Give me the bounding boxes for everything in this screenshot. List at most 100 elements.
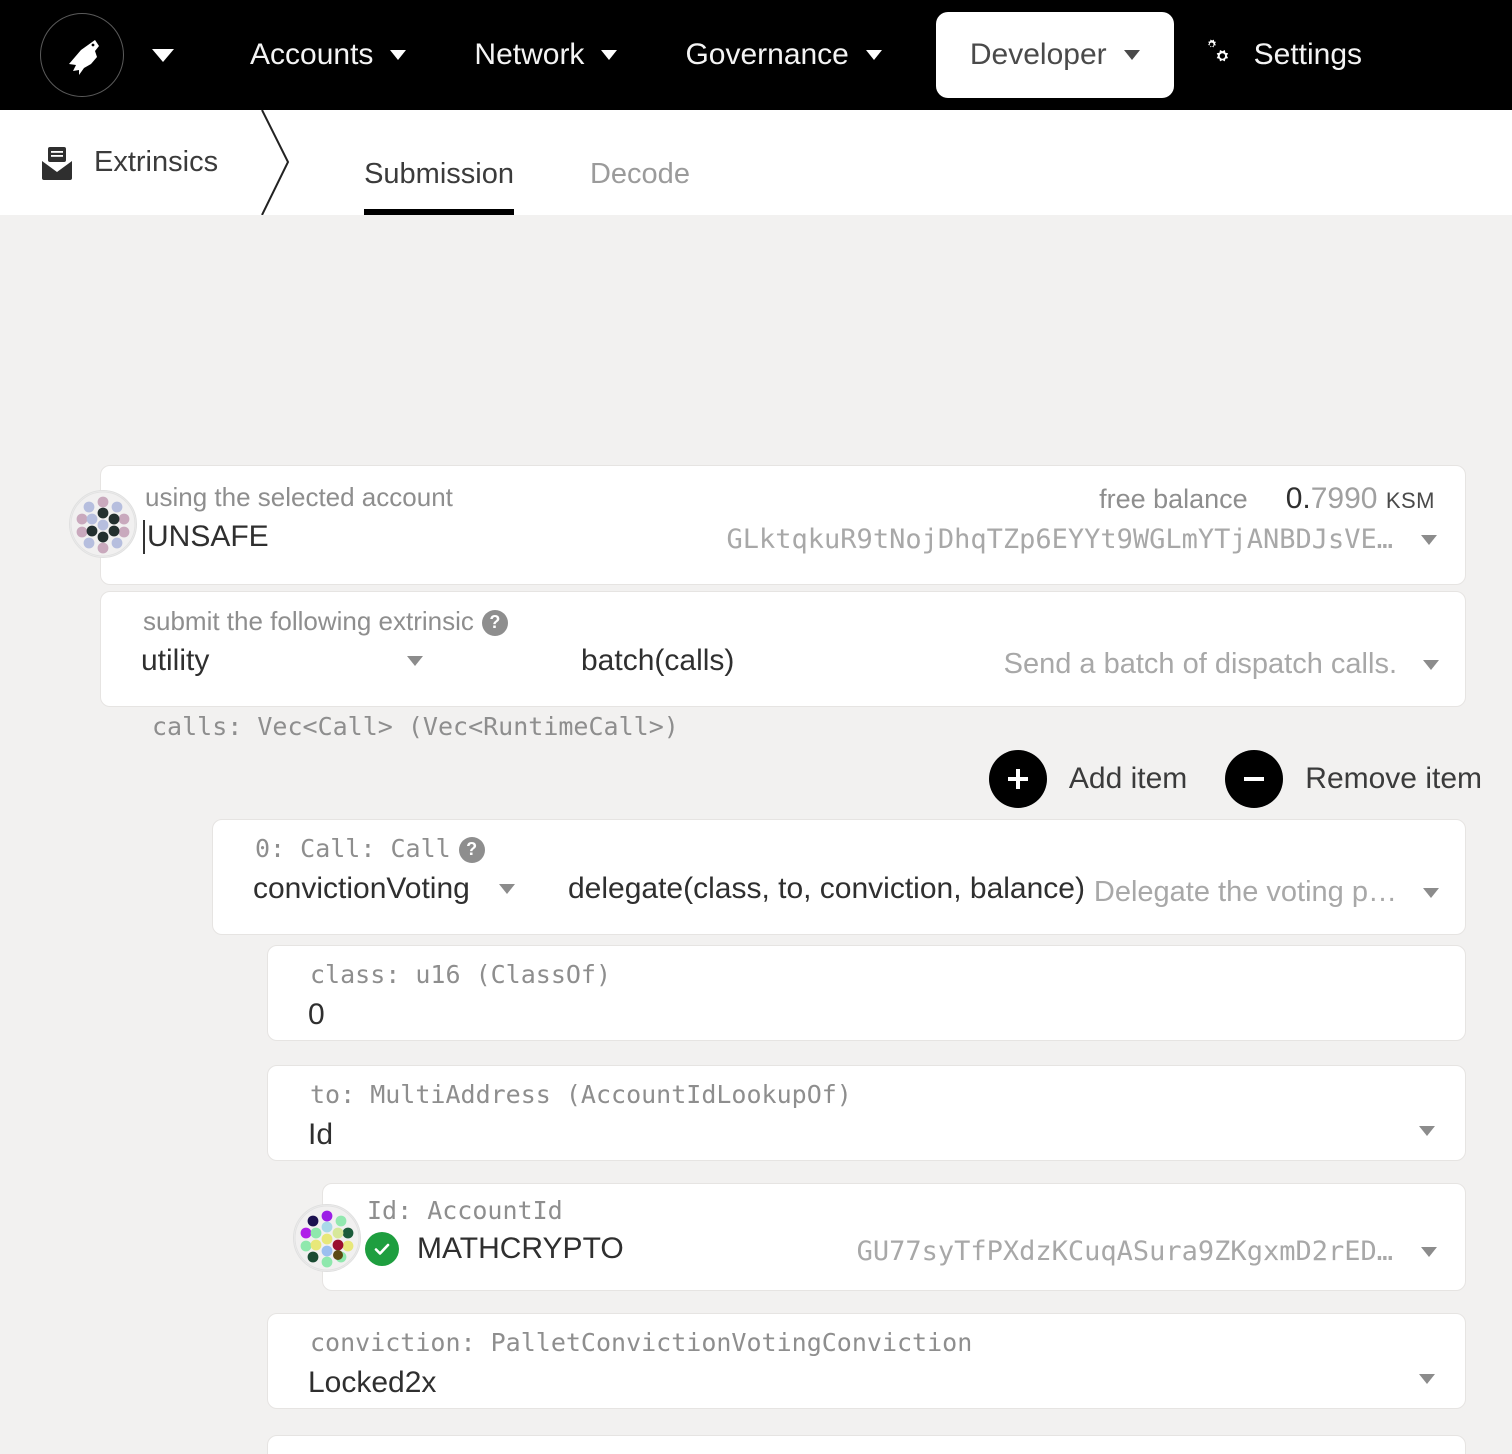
- extrinsic-selector-card: submit the following extrinsic? utility …: [100, 591, 1466, 707]
- nav-item-accounts[interactable]: Accounts: [216, 0, 440, 110]
- param-balance-label: balance: u128 (BalanceOf): [310, 1450, 686, 1454]
- polkadot-identicon: [294, 1205, 360, 1271]
- nav-item-network-label: Network: [474, 38, 585, 71]
- add-item-label: Add item: [1068, 762, 1188, 795]
- method-select[interactable]: batch(calls): [581, 644, 734, 678]
- extrinsic-label-text: submit the following extrinsic: [143, 606, 474, 636]
- chevron-down-icon: [1423, 887, 1439, 898]
- param-conviction-label: conviction: PalletConvictionVotingConvic…: [310, 1328, 973, 1357]
- balance-fraction: 7990: [1310, 482, 1378, 515]
- tab-decode-label: Decode: [589, 158, 690, 190]
- main-content: using the selected account UNSAFE free b…: [0, 215, 1512, 1454]
- polkadot-identicon: [70, 491, 136, 557]
- param-to: to: MultiAddress (AccountIdLookupOf) Id: [267, 1065, 1466, 1161]
- param-conviction: conviction: PalletConvictionVotingConvic…: [267, 1313, 1466, 1409]
- chevron-down-icon: [1123, 50, 1140, 60]
- check-circle-icon: [365, 1232, 399, 1266]
- pallet-select[interactable]: utility: [141, 644, 471, 678]
- minus-icon: [1225, 750, 1284, 808]
- chevron-down-icon: [1421, 1246, 1437, 1257]
- param-class-label: class: u16 (ClassOf): [310, 960, 612, 989]
- chevron-down-icon: [407, 656, 423, 666]
- tab-decode[interactable]: Decode: [552, 110, 728, 215]
- tab-submission-label: Submission: [364, 158, 514, 190]
- nav-item-accounts-label: Accounts: [250, 38, 374, 71]
- top-navigation-bar: Accounts Network Governance Developer Se…: [0, 0, 1512, 110]
- logo-chevron-down-icon[interactable]: [152, 48, 174, 62]
- extrinsic-doc-text: Send a batch of dispatch calls.: [1003, 648, 1397, 680]
- account-address-select[interactable]: GLktqkuR9tNojDhqTZp6EYYt9WGLmYTjANBDJsVE…: [727, 524, 1437, 555]
- chevron-down-icon: [499, 884, 515, 894]
- call-item-0: 0: Call: Call? convictionVoting delegate…: [212, 819, 1466, 935]
- plus-icon: [988, 750, 1047, 808]
- add-item-button[interactable]: Add item: [988, 750, 1188, 808]
- chevron-down-icon: [1423, 659, 1439, 670]
- chevron-down-icon: [865, 50, 882, 60]
- param-balance: balance: u128 (BalanceOf) 700000000000: [267, 1435, 1466, 1454]
- selected-account-card: using the selected account UNSAFE free b…: [69, 465, 1466, 585]
- section-bar: Extrinsics Submission Decode: [0, 110, 1512, 215]
- account-address: GLktqkuR9tNojDhqTZp6EYYt9WGLmYTjANBDJsVE…: [726, 524, 1393, 555]
- question-mark-icon[interactable]: ?: [458, 836, 485, 863]
- call-0-index-label: 0: Call: Call?: [255, 834, 485, 863]
- param-id-account-name: MATHCRYPTO: [365, 1232, 624, 1266]
- nav-item-settings[interactable]: Settings: [1198, 36, 1372, 74]
- settings-label: Settings: [1253, 38, 1363, 71]
- account-label: using the selected account: [145, 482, 453, 512]
- extrinsic-doc-select[interactable]: Send a batch of dispatch calls.: [1004, 648, 1439, 681]
- breadcrumb-separator: [261, 110, 290, 215]
- param-to-value[interactable]: Id: [308, 1118, 333, 1152]
- param-conviction-value[interactable]: Locked2x: [308, 1366, 436, 1400]
- pallet-value: utility: [141, 644, 210, 677]
- nav-item-network[interactable]: Network: [440, 0, 651, 110]
- param-class-value[interactable]: 0: [308, 998, 325, 1032]
- account-name-input[interactable]: UNSAFE: [143, 520, 269, 554]
- free-balance-amount: 0.7990 KSM: [1286, 482, 1435, 516]
- question-mark-icon[interactable]: ?: [481, 609, 508, 636]
- tab-list: Submission Decode: [326, 110, 728, 215]
- param-id-name-value: MATHCRYPTO: [417, 1232, 624, 1265]
- chevron-down-icon[interactable]: [1419, 1374, 1435, 1384]
- envelope-icon: [42, 146, 72, 180]
- remove-item-label: Remove item: [1305, 762, 1482, 795]
- balance-unit: KSM: [1385, 488, 1435, 513]
- breadcrumb[interactable]: Extrinsics: [0, 110, 218, 215]
- avatar[interactable]: [293, 1204, 361, 1272]
- call-0-doc-text: Delegate the voting p…: [1093, 876, 1397, 908]
- param-id-account-card: Id: AccountId MATHCRYPTO GU77syTfPXdzKCu…: [293, 1183, 1466, 1291]
- gear-icon: [1207, 39, 1228, 62]
- chevron-down-icon[interactable]: [1419, 1126, 1435, 1136]
- call-0-method-select[interactable]: delegate(class, to, conviction, balance): [568, 872, 1085, 906]
- nav-item-governance[interactable]: Governance: [651, 0, 915, 110]
- calls-type-label: calls: Vec<Call> (Vec<RuntimeCall>): [152, 712, 679, 741]
- nav-item-governance-label: Governance: [685, 38, 849, 71]
- param-to-label: to: MultiAddress (AccountIdLookupOf): [310, 1080, 852, 1109]
- free-balance-label: free balance: [1099, 484, 1248, 514]
- tab-submission[interactable]: Submission: [326, 110, 552, 215]
- free-balance: free balance 0.7990 KSM: [1099, 482, 1435, 516]
- chevron-down-icon: [601, 50, 618, 60]
- nav-item-developer-label: Developer: [969, 38, 1107, 71]
- param-class: class: u16 (ClassOf) 0: [267, 945, 1466, 1041]
- method-value: batch(calls): [581, 644, 735, 677]
- call-0-doc-select[interactable]: Delegate the voting p…: [1094, 876, 1439, 909]
- breadcrumb-label: Extrinsics: [94, 146, 219, 178]
- call-0-index-text: 0: Call: Call: [255, 834, 451, 863]
- balance-integer: 0.: [1285, 482, 1311, 515]
- chevron-down-icon: [1421, 534, 1437, 545]
- item-buttons: Add item Remove item: [988, 750, 1482, 808]
- param-id-address: GU77syTfPXdzKCuqASura9ZKgxmD2rED…: [856, 1236, 1393, 1267]
- account-name-value: UNSAFE: [147, 520, 269, 553]
- text-caret: [143, 520, 145, 554]
- bird-logo-icon[interactable]: [40, 13, 124, 97]
- remove-item-button[interactable]: Remove item: [1225, 750, 1482, 808]
- call-0-method-value: delegate(class, to, conviction, balance): [568, 872, 1085, 905]
- param-id-address-select[interactable]: GU77syTfPXdzKCuqASura9ZKgxmD2rED…: [857, 1236, 1437, 1267]
- call-0-pallet-value: convictionVoting: [253, 872, 470, 905]
- avatar[interactable]: [69, 490, 137, 558]
- chevron-down-icon: [390, 50, 407, 60]
- param-id-label: Id: AccountId: [367, 1196, 563, 1225]
- nav-item-developer[interactable]: Developer: [935, 12, 1174, 98]
- call-0-pallet-select[interactable]: convictionVoting: [253, 872, 553, 906]
- extrinsic-label: submit the following extrinsic?: [143, 606, 508, 637]
